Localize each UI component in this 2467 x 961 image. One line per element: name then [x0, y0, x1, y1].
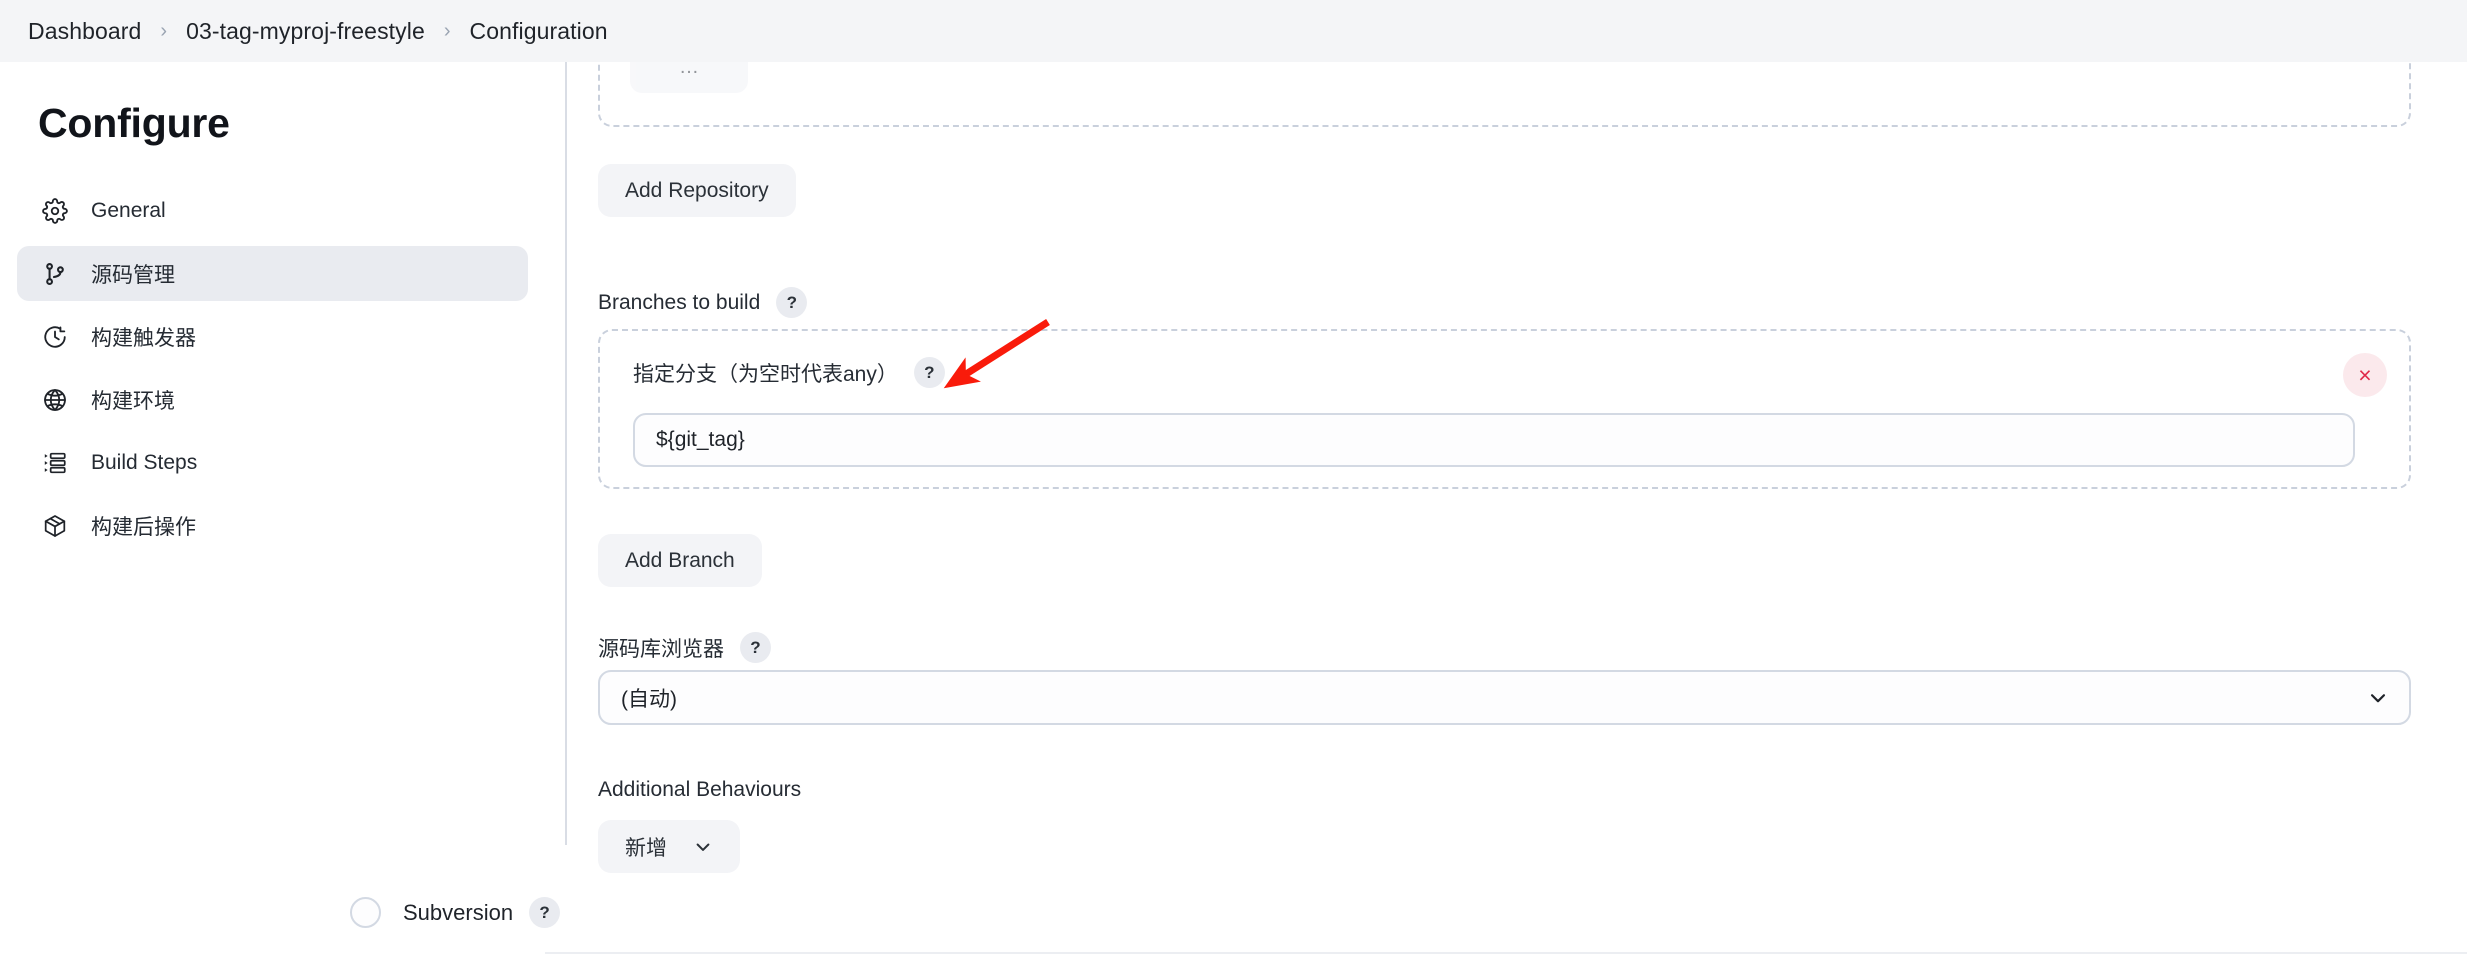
- content-divider: [565, 62, 567, 845]
- branches-to-build-text: Branches to build: [598, 290, 761, 314]
- repository-browser-text: 源码库浏览器: [598, 637, 724, 661]
- breadcrumb: Dashboard › 03-tag-myproj-freestyle › Co…: [28, 18, 608, 45]
- gear-icon: [40, 196, 70, 226]
- sidebar-item-label: General: [91, 198, 166, 222]
- help-icon[interactable]: ?: [776, 287, 808, 318]
- subversion-row[interactable]: Subversion ?: [350, 897, 561, 928]
- page-title: Configure: [38, 100, 230, 146]
- breadcrumb-separator-icon: ›: [443, 20, 451, 42]
- additional-behaviours-label: Additional Behaviours: [598, 778, 802, 801]
- branch-specifier-label: 指定分支（为空时代表any） ?: [633, 357, 945, 388]
- clock-icon: [40, 322, 70, 352]
- help-icon[interactable]: ?: [529, 897, 561, 928]
- repository-browser-label: 源码库浏览器 ?: [598, 632, 771, 663]
- breadcrumb-item-job[interactable]: 03-tag-myproj-freestyle: [186, 18, 425, 45]
- main-content: … Add Repository Branches to build ? 指定分…: [565, 17, 2467, 961]
- subversion-radio[interactable]: [350, 897, 381, 928]
- delete-branch-button[interactable]: ×: [2343, 353, 2387, 397]
- sidebar-item-build-steps[interactable]: Build Steps: [17, 435, 528, 490]
- sidebar-item-build-triggers[interactable]: 构建触发器: [17, 309, 528, 364]
- breadcrumb-item-dashboard[interactable]: Dashboard: [28, 18, 141, 45]
- help-icon[interactable]: ?: [740, 632, 771, 663]
- list-steps-icon: [40, 448, 70, 478]
- add-branch-button[interactable]: Add Branch: [598, 534, 762, 587]
- branch-specifier-panel: 指定分支（为空时代表any） ? ×: [598, 329, 2411, 489]
- sidebar-item-build-environment[interactable]: 构建环境: [17, 372, 528, 427]
- subversion-label: Subversion: [403, 899, 514, 925]
- git-branch-icon: [40, 259, 70, 289]
- breadcrumb-header: Dashboard › 03-tag-myproj-freestyle › Co…: [0, 0, 2467, 62]
- branch-specifier-input[interactable]: [633, 413, 2355, 467]
- sidebar-item-general[interactable]: General: [17, 183, 528, 238]
- add-repository-button[interactable]: Add Repository: [598, 164, 796, 217]
- sidebar-item-label: 构建环境: [91, 389, 175, 413]
- sidebar-nav: General 源码管理 构建触发器 构建环境 Build Steps 构建后操…: [0, 183, 545, 553]
- chevron-down-icon: [693, 837, 713, 857]
- sidebar-item-label: 源码管理: [91, 263, 175, 287]
- breadcrumb-item-configuration[interactable]: Configuration: [470, 18, 608, 45]
- package-icon: [40, 511, 70, 541]
- add-behaviour-label: 新增: [625, 836, 667, 860]
- sidebar-item-post-build-actions[interactable]: 构建后操作: [17, 498, 528, 553]
- add-behaviour-button[interactable]: 新增: [598, 820, 740, 873]
- sidebar: Configure General 源码管理 构建触发器 构建环境 Build …: [0, 62, 545, 961]
- branch-specifier-text: 指定分支（为空时代表any）: [633, 362, 898, 386]
- repository-browser-select[interactable]: (自动): [598, 670, 2411, 725]
- sidebar-item-label: Build Steps: [91, 450, 198, 474]
- sidebar-item-label: 构建后操作: [91, 515, 196, 539]
- branches-to-build-label: Branches to build ?: [598, 287, 808, 318]
- help-icon[interactable]: ?: [913, 357, 945, 388]
- sidebar-item-source-code-management[interactable]: 源码管理: [17, 246, 528, 301]
- sidebar-item-label: 构建触发器: [91, 326, 196, 350]
- globe-icon: [40, 385, 70, 415]
- breadcrumb-separator-icon: ›: [160, 20, 168, 42]
- repository-browser-select-value[interactable]: (自动): [598, 670, 2411, 725]
